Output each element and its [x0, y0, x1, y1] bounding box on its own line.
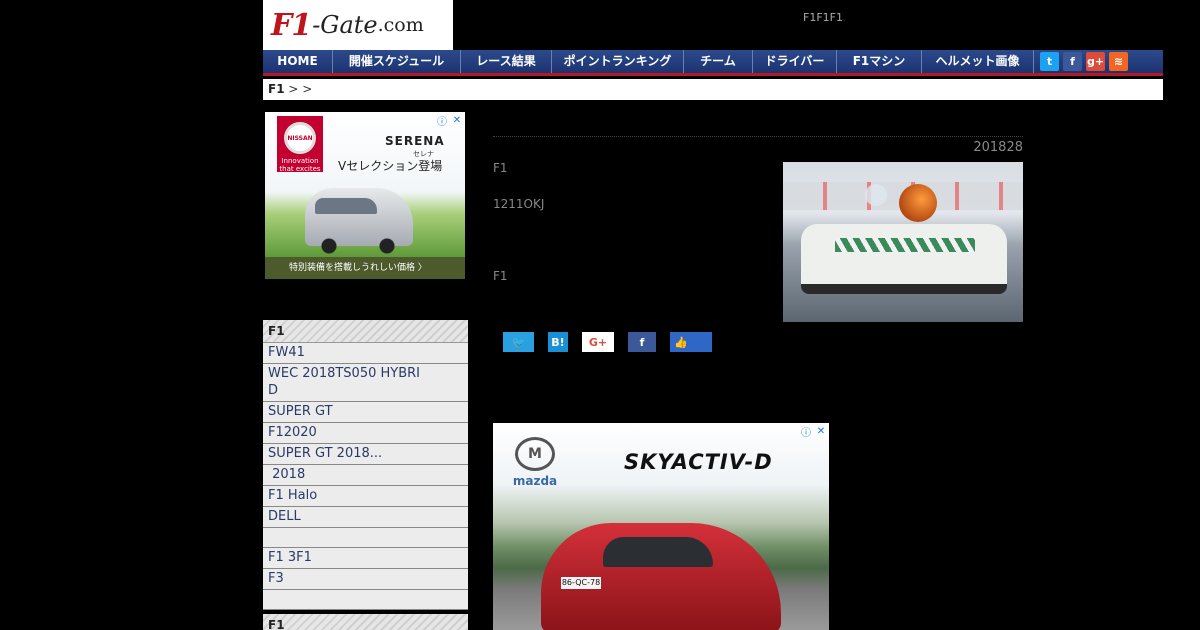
- sidebar-item[interactable]: 2018: [263, 465, 468, 486]
- nav-ranking[interactable]: ポイントランキング: [552, 50, 684, 73]
- article-divider: [493, 136, 1023, 137]
- nav-team[interactable]: チーム: [684, 50, 753, 73]
- nissan-serena-ad[interactable]: NISSAN Innovation that excites SERENA セレ…: [265, 112, 465, 279]
- sidebar-section-title: F1: [263, 614, 468, 630]
- photo-kart: [801, 224, 1007, 294]
- sidebar-item[interactable]: SUPER GT 2018...: [263, 444, 468, 465]
- sidebar-item[interactable]: [263, 590, 468, 610]
- sidebar-item[interactable]: F12020: [263, 423, 468, 444]
- photo-background-driver: [865, 184, 887, 206]
- car-image: 86-QC-78: [541, 523, 781, 630]
- breadcrumb-separator: >: [284, 82, 303, 96]
- facebook-icon[interactable]: f: [1063, 52, 1082, 71]
- nav-driver[interactable]: ドライバー: [753, 50, 837, 73]
- social-links: t f g+ ≋: [1040, 50, 1128, 73]
- share-facebook-button[interactable]: f: [628, 332, 656, 352]
- article-date: 201828: [973, 140, 1023, 155]
- sidebar-item[interactable]: WEC 2018TS050 HYBRID: [263, 364, 468, 402]
- nissan-logo: NISSAN Innovation that excites: [277, 116, 323, 173]
- photo-driver-helmet: [899, 184, 937, 222]
- ad-close-icon[interactable]: ✕: [451, 114, 463, 126]
- breadcrumb: F1 > >: [263, 79, 1163, 100]
- article-paragraph: 1211OKJ: [493, 197, 545, 211]
- ad-info-icon[interactable]: ⓘ: [800, 425, 812, 439]
- sidebar-item[interactable]: SUPER GT: [263, 402, 468, 423]
- mazda-logo: M mazda: [507, 437, 563, 488]
- twitter-icon[interactable]: t: [1040, 52, 1059, 71]
- nav-schedule[interactable]: 開催スケジュール: [333, 50, 461, 73]
- logo-gate: -Gate: [312, 11, 378, 39]
- mazda-wordmark: mazda: [512, 474, 558, 488]
- sidebar-item[interactable]: F1 Halo: [263, 486, 468, 507]
- sidebar-item[interactable]: F1 3F1: [263, 548, 468, 569]
- ad-close-icon[interactable]: ✕: [815, 425, 827, 437]
- ad-model-name: SERENA: [385, 134, 445, 148]
- ad-cta-bar[interactable]: 特別装備を搭載しうれしい価格 〉: [265, 257, 465, 279]
- ad-headline: SKYACTIV-D: [624, 450, 773, 474]
- mazda-ad[interactable]: M mazda SKYACTIV-D 86-QC-78 ⓘ ✕: [493, 423, 829, 630]
- share-twitter-button[interactable]: 🐦: [503, 332, 534, 352]
- google-plus-icon[interactable]: g+: [1086, 52, 1105, 71]
- ad-choices: ⓘ ✕: [800, 425, 827, 439]
- logo-f1: F1: [271, 7, 312, 43]
- karting-photo: [783, 162, 1023, 322]
- nissan-logo-text: NISSAN: [284, 122, 316, 154]
- sidebar-item[interactable]: FW41: [263, 343, 468, 364]
- nav-results[interactable]: レース結果: [461, 50, 552, 73]
- minivan-image: [305, 188, 413, 254]
- sidebar-article-list: F1 FW41 WEC 2018TS050 HYBRID SUPER GT F1…: [263, 320, 468, 610]
- ad-info-icon[interactable]: ⓘ: [436, 114, 448, 128]
- mazda-emblem: M: [515, 437, 555, 471]
- breadcrumb-separator: >: [302, 82, 313, 96]
- nissan-slogan: Innovation that excites: [279, 157, 321, 173]
- license-plate: 86-QC-78: [561, 577, 601, 589]
- ad-choices: ⓘ ✕: [436, 114, 463, 128]
- article-paragraph: F1: [493, 269, 508, 283]
- share-google-button[interactable]: G+: [582, 332, 614, 352]
- article-paragraph: F1: [493, 161, 508, 175]
- sidebar-section-title: F1: [263, 320, 468, 343]
- share-like-button[interactable]: 👍: [670, 332, 712, 352]
- logo-com: .com: [377, 14, 424, 36]
- ad-headline: Vセレクション登場: [338, 159, 443, 173]
- breadcrumb-home[interactable]: F1: [268, 82, 285, 96]
- sidebar-section-2: F1: [263, 614, 468, 630]
- nav-helmet[interactable]: ヘルメット画像: [922, 50, 1034, 73]
- sidebar-item-label: WEC 2018TS050 HYBRID: [268, 366, 421, 398]
- main-nav: HOME 開催スケジュール レース結果 ポイントランキング チーム ドライバー …: [263, 50, 1163, 76]
- share-hatena-button[interactable]: B!: [548, 332, 568, 352]
- site-tagline: F1F1F1: [803, 11, 843, 24]
- nav-machine[interactable]: F1マシン: [837, 50, 922, 73]
- rss-icon[interactable]: ≋: [1109, 52, 1128, 71]
- site-logo[interactable]: F1 -Gate .com: [263, 0, 453, 50]
- sidebar-item[interactable]: [263, 528, 468, 548]
- sidebar-item[interactable]: DELL: [263, 507, 468, 528]
- sidebar-item[interactable]: F3: [263, 569, 468, 590]
- nav-home[interactable]: HOME: [263, 50, 333, 73]
